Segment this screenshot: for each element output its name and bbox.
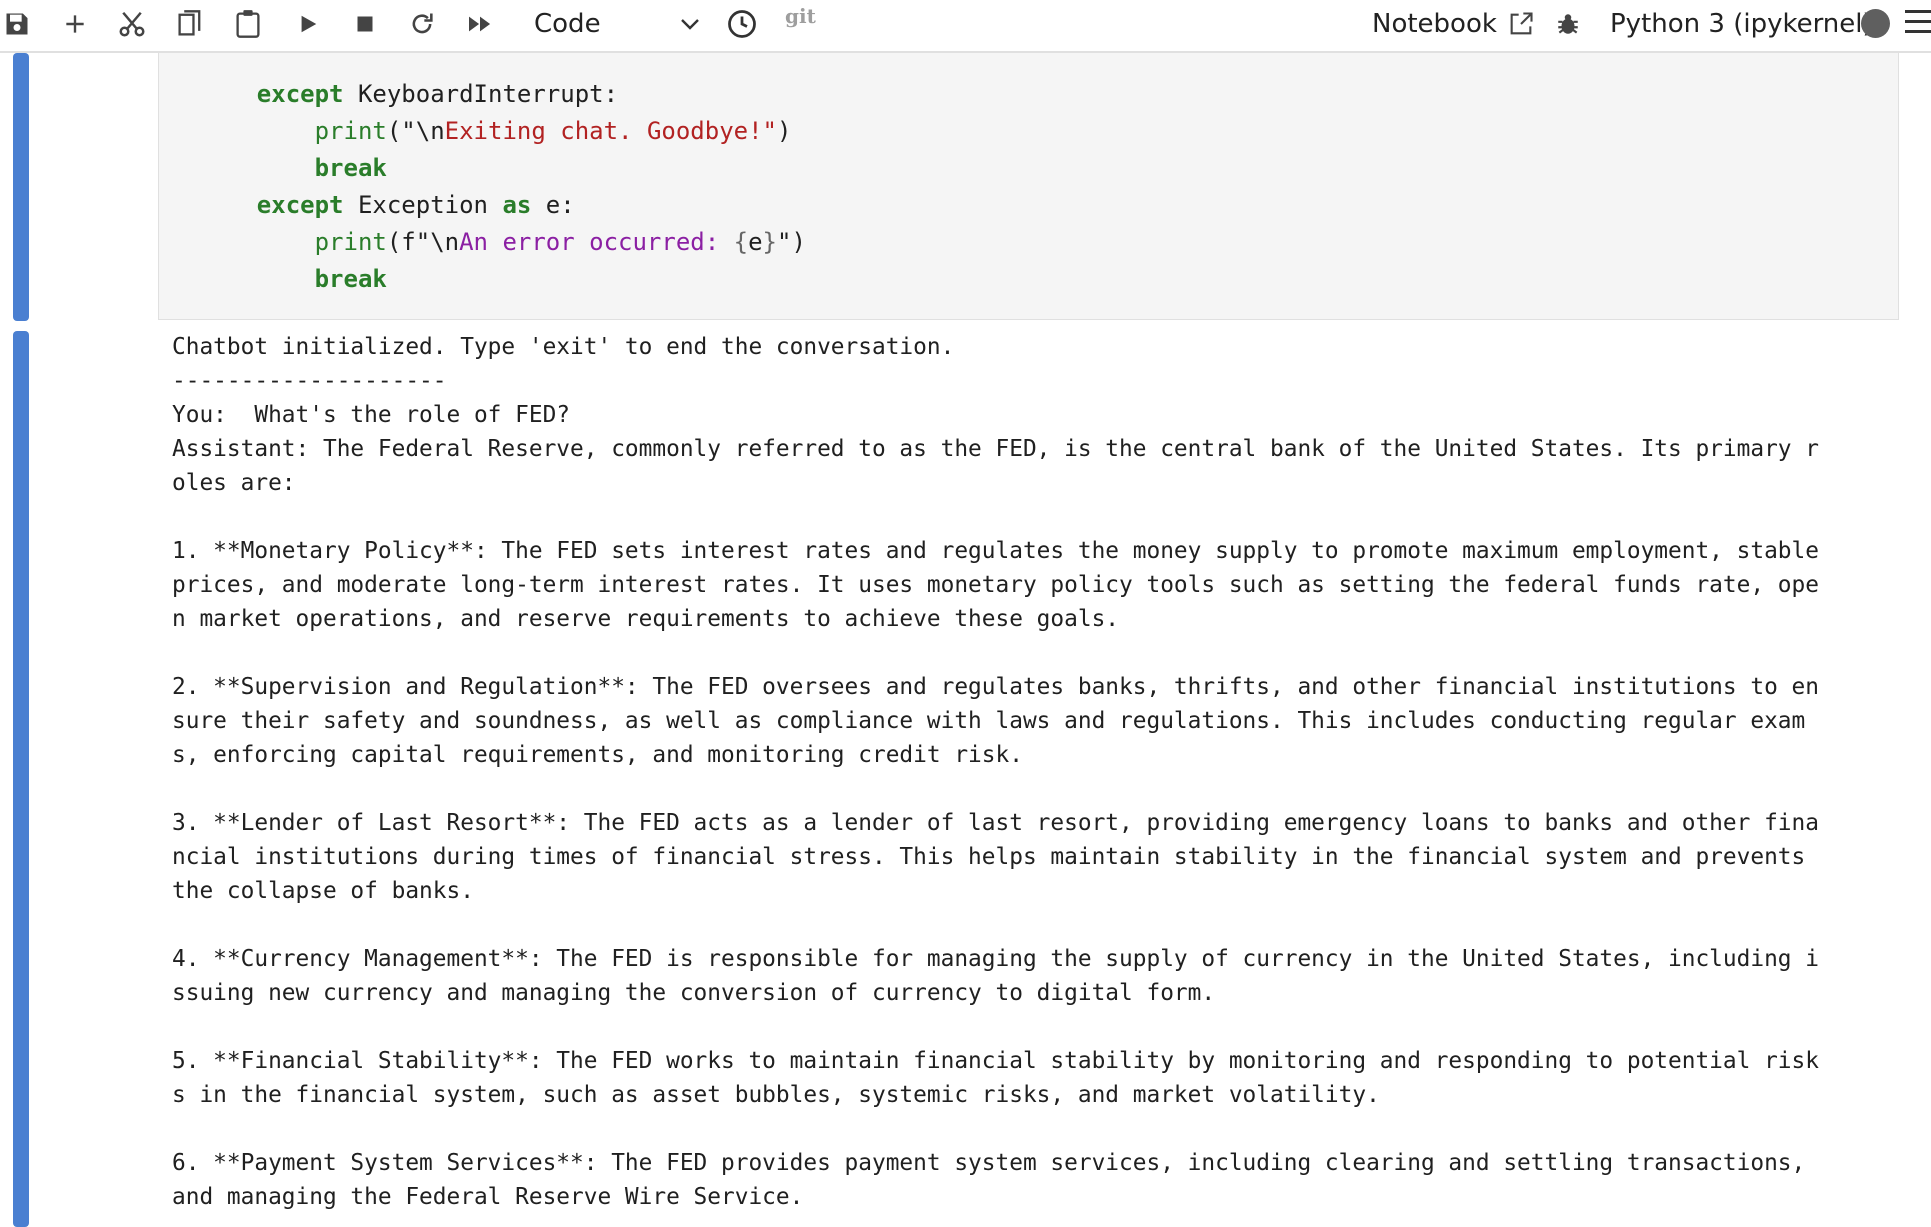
bug-icon <box>1558 14 1578 34</box>
output-line: 5. **Financial Stability**: The FED work… <box>172 1048 1819 1074</box>
output-line: 2. **Supervision and Regulation**: The F… <box>172 674 1819 700</box>
code-token: as <box>502 191 532 219</box>
code-token: An error occurred: <box>459 228 734 256</box>
code-token: KeyboardInterrupt: <box>343 80 619 108</box>
output-line: 4. **Currency Management**: The FED is r… <box>172 946 1819 972</box>
code-token: print <box>314 228 387 256</box>
output-line: and managing the Federal Reserve Wire Se… <box>172 1184 804 1210</box>
code-editor[interactable]: except KeyboardInterrupt: print("\nExiti… <box>158 53 1899 320</box>
code-token: break <box>314 265 387 293</box>
code-line: break <box>199 154 387 182</box>
output-line: 1. **Monetary Policy**: The FED sets int… <box>172 538 1819 564</box>
kernel-status-indicator <box>1861 9 1890 38</box>
scissors-icon <box>119 11 145 37</box>
stop-icon <box>357 16 373 32</box>
code-token: e <box>748 228 763 256</box>
output-line: ncial institutions during times of finan… <box>172 844 1806 870</box>
output-line: s in the financial system, such as asset… <box>172 1082 1380 1108</box>
output-line: Assistant: The Federal Reserve, commonly… <box>172 436 1819 462</box>
output-line: You: What's the role of FED? <box>172 402 571 428</box>
clipboard-icon <box>236 10 260 38</box>
code-token: Exiting chat. Goodbye!" <box>444 117 777 145</box>
restart-run-all-button[interactable] <box>460 4 500 44</box>
code-token: } <box>762 228 777 256</box>
code-token: ( <box>386 117 402 145</box>
debugger-button[interactable] <box>1548 4 1588 44</box>
kernel-name[interactable]: Python 3 (ipykernel) <box>1610 6 1873 42</box>
chevron-down-icon <box>675 17 705 31</box>
clock-icon <box>728 10 756 38</box>
code-line: print(f"\nAn error occurred: {e}") <box>199 228 806 256</box>
code-token: (f"\n <box>386 228 460 256</box>
output-line: 6. **Payment System Services**: The FED … <box>172 1150 1806 1176</box>
output-line: the collapse of banks. <box>172 878 474 904</box>
plus-icon <box>66 15 84 33</box>
code-line: break <box>199 265 387 293</box>
code-token: "\n <box>401 117 445 145</box>
cut-button[interactable] <box>112 4 152 44</box>
code-line: except KeyboardInterrupt: <box>199 80 618 108</box>
git-button[interactable]: git <box>785 4 816 28</box>
output-line: oles are: <box>172 470 296 496</box>
notebook-label: Notebook <box>1372 9 1497 39</box>
save-button[interactable] <box>0 4 37 44</box>
clock-button[interactable] <box>722 4 762 44</box>
external-link-icon <box>1510 12 1533 35</box>
insert-cell-button[interactable] <box>55 4 95 44</box>
open-notebook-button[interactable]: Notebook <box>1372 6 1535 42</box>
output-line: s, enforcing capital requirements, and m… <box>172 742 1023 768</box>
output-line: 3. **Lender of Last Resort**: The FED ac… <box>172 810 1819 836</box>
code-token: ") <box>777 228 806 256</box>
code-line: print("\nExiting chat. Goodbye!") <box>199 117 792 145</box>
code-token: Exception <box>343 191 503 219</box>
cell-output: Chatbot initialized. Type 'exit' to end … <box>172 330 1892 1214</box>
restart-icon <box>412 13 433 34</box>
output-line: sure their safety and soundness, as well… <box>172 708 1806 734</box>
notebook-toolbar: Code git Notebook Python 3 (ipykernel) <box>0 0 1931 53</box>
output-line: n market operations, and reserve require… <box>172 606 1120 632</box>
output-collapser[interactable] <box>13 331 29 1227</box>
interrupt-button[interactable] <box>345 4 385 44</box>
output-line: Chatbot initialized. Type 'exit' to end … <box>172 334 955 360</box>
output-line: -------------------- <box>172 368 447 394</box>
code-token: ) <box>777 117 792 145</box>
menu-icon[interactable] <box>1905 10 1931 38</box>
paste-button[interactable] <box>228 4 268 44</box>
run-button[interactable] <box>288 4 328 44</box>
code-token: e: <box>531 191 575 219</box>
copy-button[interactable] <box>170 4 210 44</box>
cell-type-select[interactable]: Code <box>520 4 705 44</box>
code-token: print <box>314 117 387 145</box>
cell-type-value: Code <box>534 9 601 39</box>
cell-collapser[interactable] <box>13 53 29 321</box>
restart-button[interactable] <box>402 4 442 44</box>
output-line: ssuing new currency and managing the con… <box>172 980 1216 1006</box>
code-token: { <box>733 228 749 256</box>
code-line: except Exception as e: <box>199 191 575 219</box>
save-icon <box>6 13 28 35</box>
output-line: prices, and moderate long-term interest … <box>172 572 1819 598</box>
code-token: except <box>256 80 344 108</box>
copy-icon <box>178 10 201 36</box>
code-token: break <box>314 154 387 182</box>
code-token: except <box>256 191 344 219</box>
play-icon <box>301 15 317 33</box>
fast-forward-icon <box>469 16 491 32</box>
